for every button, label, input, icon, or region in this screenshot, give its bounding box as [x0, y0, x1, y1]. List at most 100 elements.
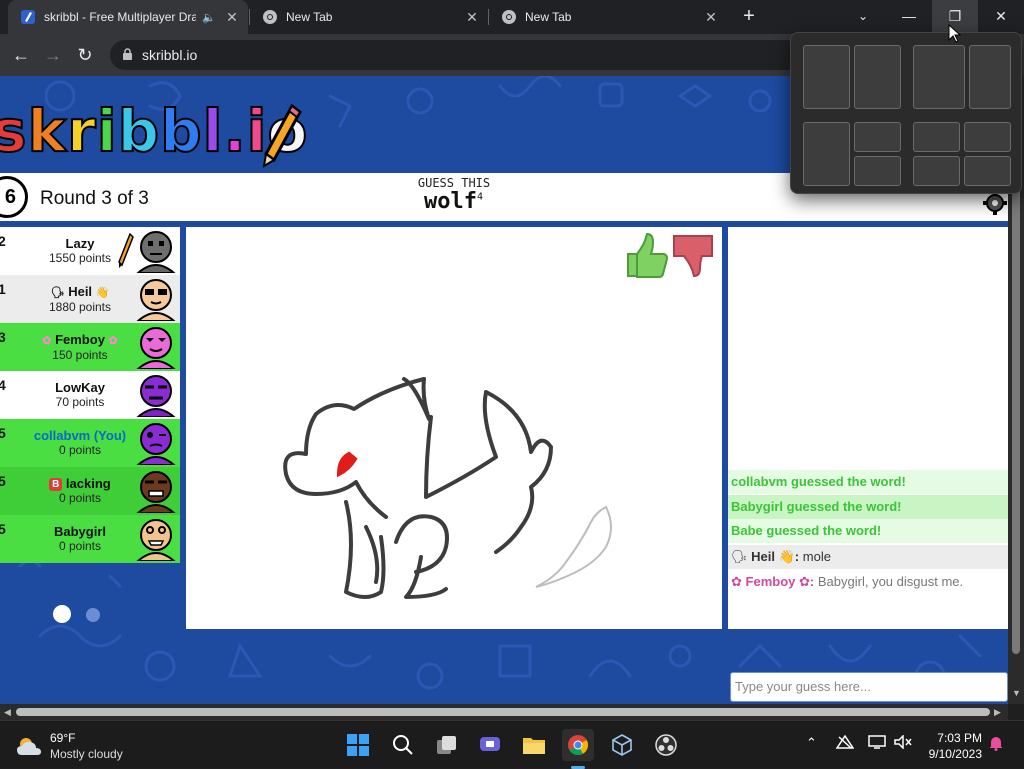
- minimize-icon[interactable]: —: [886, 0, 932, 34]
- player-points: 0 points: [58, 443, 102, 457]
- snap-zone[interactable]: [854, 45, 901, 109]
- tab-close-icon[interactable]: ✕: [222, 9, 242, 26]
- network-disconnected-icon[interactable]: [835, 734, 855, 752]
- snap-zone[interactable]: [854, 156, 901, 186]
- task-view-icon[interactable]: [431, 729, 463, 761]
- chat-text: Babygirl, you disgust me.: [817, 574, 964, 589]
- tab-new-tab-2[interactable]: New Tab ✕: [489, 0, 727, 34]
- page-dot-active[interactable]: [53, 605, 71, 623]
- b-badge-icon: B: [49, 478, 63, 491]
- snap-zone[interactable]: [913, 122, 960, 152]
- notification-bell-icon[interactable]: [988, 735, 1004, 754]
- snap-zone[interactable]: [964, 156, 1011, 186]
- horizontal-scroll-thumb[interactable]: [16, 708, 990, 716]
- player-info: ✿ Femboy ✿ 150 points: [20, 331, 140, 362]
- drawing-canvas[interactable]: [186, 227, 722, 629]
- logo-pencil-icon: [262, 104, 302, 168]
- close-window-icon[interactable]: ✕: [978, 0, 1024, 34]
- system-clock[interactable]: 7:03 PM 9/10/2023: [920, 730, 982, 762]
- player-points: 0 points: [58, 539, 102, 553]
- chat-author: Femboy: [745, 574, 796, 589]
- player-rank: 5: [0, 473, 6, 489]
- drawing-pencil-icon: [118, 233, 134, 268]
- guess-this-label: GUESS THIS: [417, 176, 491, 190]
- player-row[interactable]: 3 ✿ Femboy ✿ 150 points: [0, 323, 180, 371]
- scroll-right-arrow-icon[interactable]: ▶: [994, 707, 1001, 718]
- tab-search-chevron-icon[interactable]: ⌄: [840, 0, 886, 34]
- blossom-icon: ✿: [799, 574, 810, 589]
- forward-arrow-icon[interactable]: →: [40, 42, 66, 68]
- tab-new-tab-1[interactable]: New Tab ✕: [250, 0, 488, 34]
- avatar-gray: [136, 231, 176, 273]
- tab-skribbl[interactable]: skribbl - Free Multiplayer Dra 🔈 ✕: [8, 0, 248, 34]
- player-row[interactable]: 5 B lacking 0 points: [0, 467, 180, 515]
- thumbs-down-icon[interactable]: [672, 232, 716, 280]
- scroll-left-arrow-icon[interactable]: ◀: [4, 707, 11, 718]
- player-row[interactable]: 2 Lazy 1550 points: [0, 227, 180, 275]
- player-name: LowKay: [55, 380, 105, 395]
- speaking-head-icon: 🗣: [731, 549, 748, 564]
- chat-message: 🗣 Heil 👋: mole: [728, 545, 1008, 569]
- player-name: lacking: [65, 476, 111, 491]
- volume-muted-icon[interactable]: [894, 734, 912, 752]
- player-row[interactable]: 1 🗣 Heil 👋 1880 points: [0, 275, 180, 323]
- display-icon[interactable]: [868, 735, 886, 752]
- clock-time: 7:03 PM: [937, 731, 982, 745]
- chrome-icon: [263, 10, 277, 24]
- logo-letter: s: [0, 96, 28, 166]
- player-info: 🗣 Heil 👋 1880 points: [20, 284, 140, 314]
- snap-zone[interactable]: [913, 156, 960, 186]
- player-row[interactable]: 5 Babygirl 0 points: [0, 515, 180, 563]
- search-icon[interactable]: [387, 729, 419, 761]
- player-info: collabvm (You) 0 points: [20, 429, 140, 458]
- logo-letter: k: [27, 96, 68, 166]
- blossom-icon: ✿: [108, 334, 118, 347]
- logo-letter: i: [96, 96, 118, 166]
- clock-date: 9/10/2023: [928, 747, 982, 761]
- chat-author: Heil: [751, 549, 775, 564]
- snap-zone[interactable]: [969, 45, 1011, 109]
- chat-teams-icon[interactable]: [474, 729, 506, 761]
- word-text: wolf: [424, 189, 477, 214]
- lock-icon: [123, 48, 132, 60]
- tab-title: New Tab: [525, 10, 572, 24]
- player-info: LowKay 70 points: [20, 380, 140, 410]
- audio-icon[interactable]: 🔈: [202, 11, 216, 24]
- file-explorer-icon[interactable]: [518, 729, 550, 761]
- thumbs-up-icon[interactable]: [624, 232, 668, 280]
- player-rank: 5: [0, 521, 6, 537]
- player-rank: 4: [0, 377, 6, 393]
- tab-title: skribbl - Free Multiplayer Dra: [44, 10, 197, 24]
- guess-input[interactable]: Type your guess here...: [730, 672, 1008, 702]
- new-tab-plus-icon[interactable]: +: [736, 4, 762, 30]
- player-row-you[interactable]: 5 collabvm (You) 0 points: [0, 419, 180, 467]
- reload-icon[interactable]: ↻: [72, 42, 98, 68]
- tray-chevron-up-icon[interactable]: ⌃: [806, 735, 817, 751]
- snap-zone[interactable]: [913, 45, 965, 109]
- snap-zone[interactable]: [803, 122, 850, 186]
- scroll-down-arrow-icon[interactable]: ▼: [1012, 688, 1021, 698]
- virtualbox-cube-icon[interactable]: [606, 729, 638, 761]
- player-name: Femboy: [55, 331, 105, 347]
- tab-close-icon[interactable]: ✕: [701, 9, 721, 26]
- url-text: skribbl.io: [142, 47, 198, 63]
- avatar-tan: [136, 519, 176, 561]
- snap-zone[interactable]: [854, 122, 901, 152]
- back-arrow-icon[interactable]: ←: [8, 42, 34, 68]
- player-rank: 2: [0, 233, 6, 249]
- windows-taskbar: 69°F Mostly cloudy ⌃ 7:03 PM 9/10/2023: [0, 720, 1024, 769]
- horizontal-scrollbar[interactable]: ◀ ▶: [0, 704, 1008, 720]
- snap-zone[interactable]: [803, 45, 850, 109]
- snap-zone[interactable]: [964, 122, 1011, 152]
- tab-close-icon[interactable]: ✕: [462, 9, 482, 26]
- player-list: 2 Lazy 1550 points 1 🗣 Heil 👋 1880 points …: [0, 227, 180, 563]
- chrome-icon[interactable]: [562, 729, 594, 761]
- page-dot[interactable]: [86, 608, 100, 622]
- player-row[interactable]: 4 LowKay 70 points: [0, 371, 180, 419]
- weather-desc: Mostly cloudy: [50, 747, 123, 761]
- player-points: 150 points: [52, 347, 108, 362]
- obs-icon[interactable]: [650, 729, 682, 761]
- start-windows-icon[interactable]: [342, 729, 374, 761]
- player-rank: 3: [0, 329, 6, 345]
- round-indicator: Round 3 of 3: [40, 188, 149, 209]
